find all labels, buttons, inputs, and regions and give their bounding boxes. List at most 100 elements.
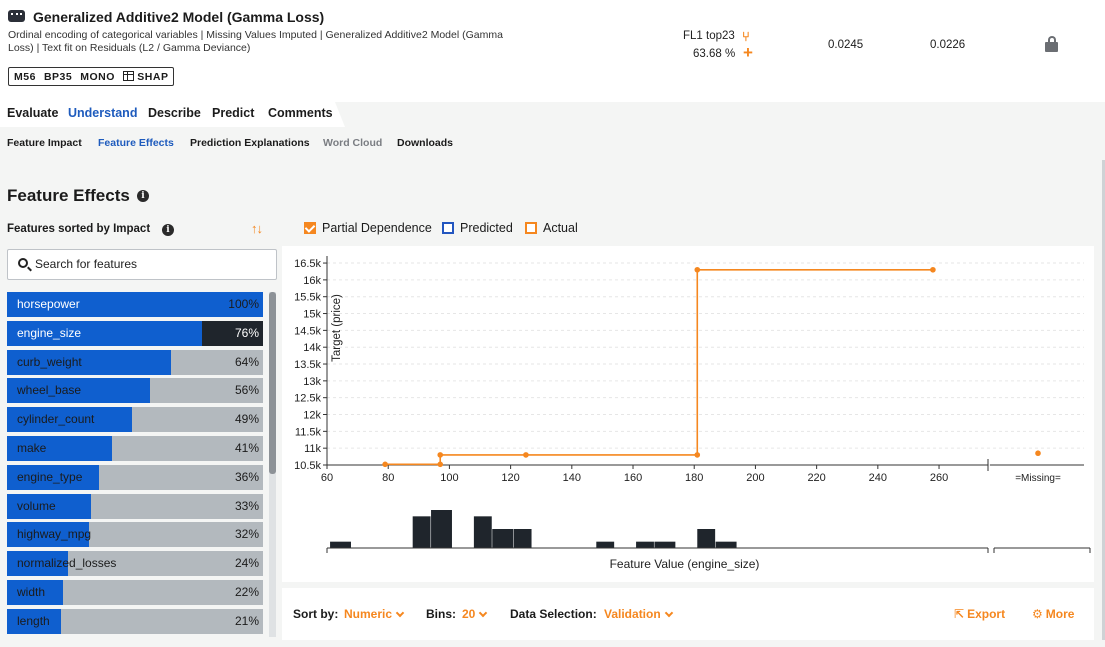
histogram-bar (492, 529, 514, 548)
tag-model-id: M56 (14, 70, 36, 83)
tab-describe[interactable]: Describe (148, 106, 201, 120)
histogram-bar (473, 516, 492, 548)
legend-actual[interactable]: Actual (525, 221, 578, 235)
histogram-bar (412, 516, 431, 548)
feature-row-engine-size[interactable]: engine_size 76% (7, 320, 263, 346)
feature-row-width[interactable]: width 22% (7, 580, 263, 605)
shap-grid-icon (122, 70, 134, 81)
feature-name: width (17, 585, 46, 599)
subtab-downloads[interactable]: Downloads (397, 137, 453, 149)
sort-direction-icon[interactable]: ↑↓ (251, 221, 263, 236)
feature-row-cylinder-count[interactable]: cylinder_count 49% (7, 407, 263, 433)
x-tick-label: 180 (685, 472, 703, 484)
feature-row-curb-weight[interactable]: curb_weight 64% (7, 349, 263, 375)
sort-by-dropdown[interactable]: Numeric (344, 607, 405, 621)
partial-dependence-point (694, 266, 701, 273)
partial-dependence-point (523, 452, 529, 458)
model-tags: M56 BP35 MONO SHAP (8, 67, 175, 86)
search-icon (18, 258, 28, 268)
search-input[interactable] (35, 257, 270, 271)
subtab-feature-impact[interactable]: Feature Impact (7, 137, 82, 149)
feature-name: cylinder_count (17, 412, 95, 427)
leaderboard-badge: FL1 top23 (683, 30, 735, 42)
feature-row-volume[interactable]: volume 33% (7, 493, 263, 519)
histogram-bar (697, 529, 716, 548)
add-icon[interactable]: + (743, 44, 753, 61)
tab-predict[interactable]: Predict (212, 106, 254, 120)
feature-row-length[interactable]: length 21% (7, 608, 263, 634)
x-tick-label: 240 (869, 472, 887, 484)
histogram-bar (330, 541, 351, 548)
chart-controls: Sort by: Numeric Bins: 20 Data Selection… (282, 588, 1094, 640)
y-tick-label: 13.5k (294, 359, 321, 371)
feature-list: horsepower 100% engine_size 76% curb_weight 6… (7, 292, 263, 637)
tag-shap: SHAP (122, 70, 169, 83)
y-tick-label: 15k (303, 309, 321, 321)
fork-icon[interactable]: ⑂ (742, 29, 750, 44)
feature-row-horsepower[interactable]: horsepower 100% (7, 292, 263, 317)
data-selection-label: Data Selection: (510, 607, 597, 621)
subtab-word-cloud[interactable]: Word Cloud (323, 137, 382, 149)
feature-impact-value: 64% (234, 354, 259, 369)
tab-evaluate[interactable]: Evaluate (7, 106, 58, 120)
more-button[interactable]: ⚙ More (1032, 607, 1074, 621)
x-tick-label: 260 (930, 472, 948, 484)
export-icon: ⇱ (954, 607, 965, 621)
model-blueprint-icon (8, 10, 25, 22)
legend-partial-dependence[interactable]: Partial Dependence (304, 221, 432, 235)
feature-row-wheel-base[interactable]: wheel_base 56% (7, 378, 263, 404)
x-axis-label: Feature Value (engine_size) (610, 557, 760, 571)
gear-icon: ⚙ (1032, 607, 1043, 621)
info-icon[interactable]: i (137, 190, 149, 202)
histogram-bar (715, 541, 737, 548)
feature-effects-chart: 16.5k 16k 15.5k 15k 14.5k 14k 13.5k 13k 12.5k 12k… (282, 246, 1094, 582)
model-description: Ordinal encoding of categorical variable… (8, 29, 503, 54)
subtab-prediction-explanations[interactable]: Prediction Explanations (190, 137, 310, 149)
feature-impact-value: 41% (234, 441, 259, 455)
checkbox-unchecked-icon (442, 222, 454, 234)
feature-impact-value: 33% (234, 498, 259, 513)
feature-name: make (17, 441, 47, 455)
feature-row-make[interactable]: make 41% (7, 436, 263, 461)
y-tick-label: 11k (304, 443, 321, 455)
feature-row-normalized-losses[interactable]: normalized_losses 24% (7, 551, 263, 577)
data-selection-dropdown[interactable]: Validation (604, 607, 673, 621)
feature-list-scroll-thumb[interactable] (269, 292, 276, 474)
x-tick-label: 140 (563, 472, 581, 484)
tab-understand[interactable]: Understand (68, 106, 137, 120)
feature-impact-value: 49% (234, 412, 259, 427)
bins-label: Bins: (426, 607, 456, 621)
y-axis-label: Target (price) (331, 294, 343, 362)
y-tick-label: 15.5k (294, 292, 321, 304)
feature-name: engine_size (17, 325, 82, 340)
subtab-feature-effects[interactable]: Feature Effects (98, 137, 174, 149)
tag-blueprint: BP35 (43, 70, 73, 83)
feature-row-highway-mpg[interactable]: highway_mpg 32% (7, 522, 263, 548)
y-tick-label: 12.5k (294, 393, 321, 405)
histogram-bar (654, 541, 676, 548)
feature-name: length (17, 613, 50, 628)
legend-predicted[interactable]: Predicted (442, 221, 513, 235)
partial-dependence-point (694, 452, 701, 458)
y-tick-label: 12k (303, 410, 321, 422)
y-tick-label: 16k (303, 275, 321, 287)
tab-comments[interactable]: Comments (268, 106, 333, 120)
feature-impact-value: 36% (234, 469, 259, 484)
chevron-down-icon (395, 608, 405, 618)
search-box (7, 249, 277, 280)
feature-row-engine-type[interactable]: engine_type 36% (7, 464, 263, 490)
bins-dropdown[interactable]: 20 (462, 607, 488, 621)
feature-impact-value: 22% (234, 585, 259, 599)
chevron-down-icon (479, 608, 488, 618)
x-tick-label: 120 (501, 472, 519, 484)
feature-name: curb_weight (17, 354, 82, 369)
checkbox-unchecked-icon (525, 222, 537, 234)
export-button[interactable]: ⇱ Export (954, 607, 1005, 621)
feature-name: volume (17, 498, 56, 513)
sorted-info-icon[interactable]: i (162, 224, 174, 236)
x-tick-label: 60 (321, 472, 333, 484)
validation-metric: 0.0245 (828, 39, 864, 51)
histogram-bar (513, 529, 532, 548)
feature-name: horsepower (17, 297, 80, 311)
partial-dependence-point (382, 461, 388, 468)
